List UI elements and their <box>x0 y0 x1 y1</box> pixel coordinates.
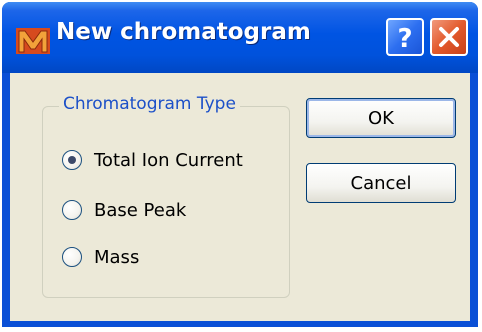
title-bar[interactable]: New chromatogram ? <box>2 2 478 73</box>
radio-button[interactable] <box>62 247 82 267</box>
radio-button-checked[interactable] <box>62 150 82 170</box>
radio-label: Total Ion Current <box>94 149 243 171</box>
group-label: Chromatogram Type <box>59 94 240 114</box>
window-title: New chromatogram <box>56 19 311 45</box>
m-logo-icon <box>16 28 50 54</box>
radio-label: Base Peak <box>94 199 187 221</box>
svg-text:?: ? <box>397 24 412 54</box>
radio-mass[interactable]: Mass <box>62 245 139 269</box>
close-icon <box>439 27 459 47</box>
dialog-window: New chromatogram ? Chromatogram Type Tot… <box>2 2 478 327</box>
help-button[interactable]: ? <box>386 18 424 56</box>
radio-label: Mass <box>94 246 140 268</box>
radio-button[interactable] <box>62 200 82 220</box>
ok-button[interactable]: OK <box>306 98 456 138</box>
cancel-button[interactable]: Cancel <box>306 163 456 203</box>
dialog-body: Chromatogram Type Total Ion Current Base… <box>10 73 470 321</box>
radio-total-ion-current[interactable]: Total Ion Current <box>62 148 243 172</box>
radio-base-peak[interactable]: Base Peak <box>62 198 186 222</box>
help-icon: ? <box>397 24 412 54</box>
close-button[interactable] <box>430 18 468 56</box>
